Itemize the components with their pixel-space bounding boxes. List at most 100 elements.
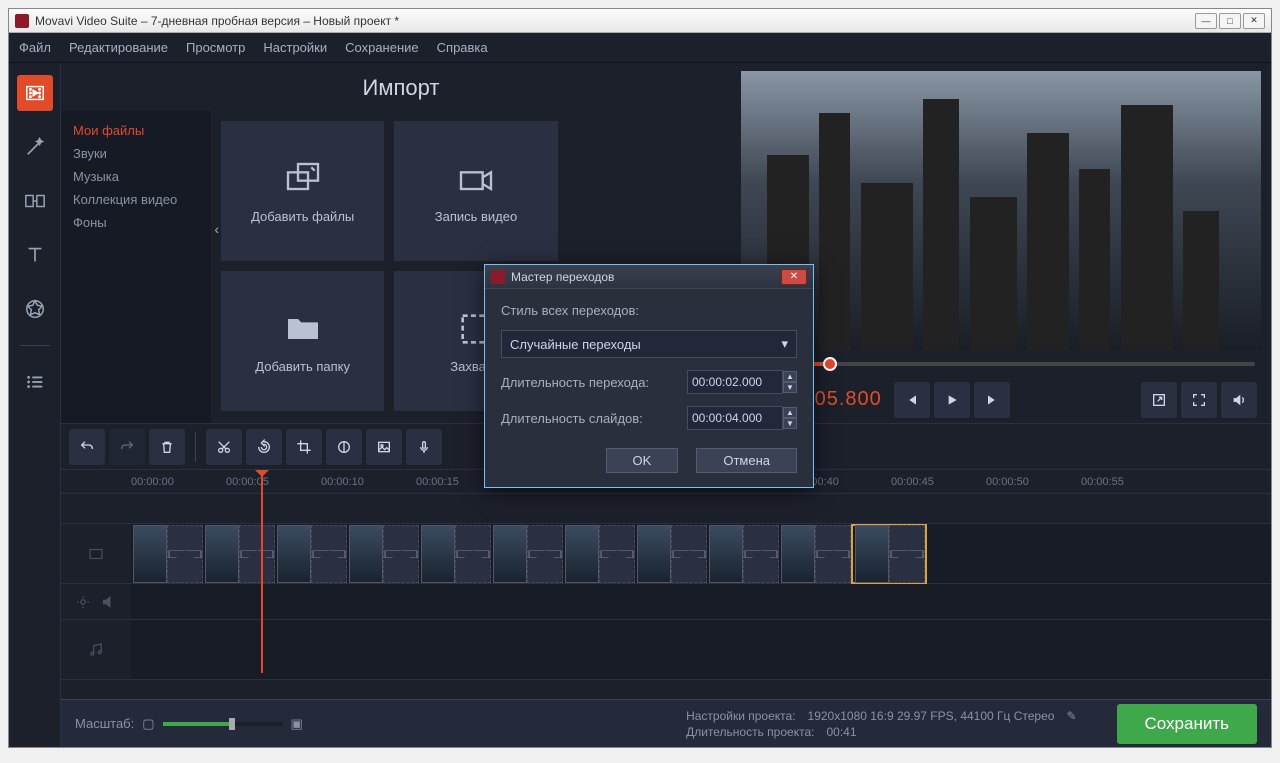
audio-track-icon[interactable] — [61, 620, 131, 680]
video-track-icon[interactable] — [61, 524, 131, 584]
link-track[interactable] — [131, 584, 1271, 620]
slide-duration-label: Длительность слайдов: — [501, 411, 643, 426]
media-icon[interactable] — [17, 75, 53, 111]
menu-settings[interactable]: Настройки — [263, 40, 327, 55]
media-gallery-icon — [283, 159, 323, 199]
style-value: Случайные переходы — [510, 337, 641, 352]
preview-viewport[interactable] — [741, 71, 1261, 351]
menu-help[interactable]: Справка — [437, 40, 488, 55]
link-track-icon[interactable] — [61, 584, 131, 620]
save-button[interactable]: Сохранить — [1117, 704, 1257, 744]
window-title: Movavi Video Suite – 7-дневная пробная в… — [35, 14, 399, 28]
preview-panel: 00:00:05.800 — [741, 63, 1271, 423]
popout-button[interactable] — [1141, 382, 1177, 418]
wand-icon[interactable] — [17, 129, 53, 165]
add-folder-tile[interactable]: Добавить папку — [221, 271, 384, 411]
video-track[interactable]: ⫍⫎ ⫍⫎ ⫍⫎ ⫍⫎ ⫍⫎ ⫍⫎ ⫍⫎ ⫍⫎ ⫍⫎ ⫍⫎ ⫍⫎ — [131, 524, 1271, 584]
preview-controls: 00:00:05.800 — [741, 377, 1261, 423]
track-head-title — [61, 494, 131, 524]
category-my-files[interactable]: Мои файлы — [61, 119, 211, 142]
dialog-close-button[interactable]: ✕ — [781, 269, 807, 285]
spin-down[interactable]: ▼ — [783, 382, 797, 393]
tool-sidebar — [9, 63, 61, 747]
titlebar: Movavi Video Suite – 7-дневная пробная в… — [9, 9, 1271, 33]
playhead[interactable] — [261, 470, 263, 673]
mic-button[interactable] — [406, 429, 442, 465]
tile-label: Запись видео — [435, 209, 517, 224]
next-button[interactable] — [974, 382, 1010, 418]
prev-button[interactable] — [894, 382, 930, 418]
menu-edit[interactable]: Редактирование — [69, 40, 168, 55]
dialog-title: Мастер переходов — [511, 270, 614, 284]
project-info: Настройки проекта: 1920x1080 16:9 29.97 … — [686, 709, 1076, 739]
category-music[interactable]: Музыка — [61, 165, 211, 188]
rotate-button[interactable] — [246, 429, 282, 465]
ok-button[interactable]: OK — [606, 448, 679, 473]
app-window: Movavi Video Suite – 7-дневная пробная в… — [8, 8, 1272, 748]
track-content[interactable]: ⫍⫎ ⫍⫎ ⫍⫎ ⫍⫎ ⫍⫎ ⫍⫎ ⫍⫎ ⫍⫎ ⫍⫎ ⫍⫎ ⫍⫎ — [131, 494, 1271, 699]
menu-view[interactable]: Просмотр — [186, 40, 245, 55]
stickers-icon[interactable] — [17, 291, 53, 327]
ruler-tick: 00:00:50 — [986, 476, 1081, 488]
zoom-out-icon[interactable]: ▢ — [142, 716, 154, 732]
minimize-button[interactable]: — — [1195, 13, 1217, 29]
statusbar: Масштаб: ▢ ▣ Настройки проекта: 1920x108… — [61, 699, 1271, 747]
maximize-button[interactable]: □ — [1219, 13, 1241, 29]
ruler-tick: 00:00:55 — [1081, 476, 1176, 488]
spin-up[interactable]: ▲ — [783, 407, 797, 418]
collapse-icon[interactable]: ‹ — [214, 221, 219, 237]
menubar: Файл Редактирование Просмотр Настройки С… — [9, 33, 1271, 63]
fullscreen-button[interactable] — [1181, 382, 1217, 418]
spin-up[interactable]: ▲ — [783, 371, 797, 382]
volume-button[interactable] — [1221, 382, 1257, 418]
cut-button[interactable] — [206, 429, 242, 465]
ruler-tick: 00:00:10 — [321, 476, 416, 488]
dialog-icon — [491, 270, 505, 284]
category-sounds[interactable]: Звуки — [61, 142, 211, 165]
style-select[interactable]: Случайные переходы ▾ — [501, 330, 797, 358]
zoom-in-icon[interactable]: ▣ — [291, 716, 303, 732]
duration-label: Длительность проекта: — [686, 725, 814, 739]
title-track[interactable] — [131, 494, 1271, 524]
app-icon — [15, 14, 29, 28]
dialog-titlebar[interactable]: Мастер переходов ✕ — [485, 265, 813, 289]
preview-seek[interactable] — [741, 351, 1261, 377]
menu-save[interactable]: Сохранение — [345, 40, 419, 55]
play-button[interactable] — [934, 382, 970, 418]
import-categories: Мои файлы Звуки Музыка Коллекция видео Ф… — [61, 111, 211, 423]
crop-button[interactable] — [286, 429, 322, 465]
color-button[interactable] — [326, 429, 362, 465]
ruler-tick: 00:00:45 — [891, 476, 986, 488]
cancel-button[interactable]: Отмена — [696, 448, 797, 473]
slide-duration-input[interactable] — [687, 406, 783, 430]
zoom-label: Масштаб: — [75, 716, 134, 731]
record-video-tile[interactable]: Запись видео — [394, 121, 557, 261]
undo-button[interactable] — [69, 429, 105, 465]
folder-icon — [283, 309, 323, 349]
edit-settings-icon[interactable]: ✎ — [1066, 709, 1076, 723]
dialog-body: Стиль всех переходов: Случайные переходы… — [485, 289, 813, 487]
ruler-tick: 00:00:00 — [131, 476, 226, 488]
tile-label: Добавить файлы — [251, 209, 354, 224]
transition-duration-input[interactable] — [687, 370, 783, 394]
category-video-collection[interactable]: Коллекция видео — [61, 188, 211, 211]
timeline: 00:00:00 00:00:05 00:00:10 00:00:15 00:0… — [61, 469, 1271, 699]
more-icon[interactable] — [17, 364, 53, 400]
picture-button[interactable] — [366, 429, 402, 465]
delete-button[interactable] — [149, 429, 185, 465]
close-button[interactable]: ✕ — [1243, 13, 1265, 29]
tracks: ⫍⫎ ⫍⫎ ⫍⫎ ⫍⫎ ⫍⫎ ⫍⫎ ⫍⫎ ⫍⫎ ⫍⫎ ⫍⫎ ⫍⫎ — [61, 494, 1271, 699]
spin-down[interactable]: ▼ — [783, 418, 797, 429]
dialog-buttons: OK Отмена — [501, 448, 797, 473]
menu-file[interactable]: Файл — [19, 40, 51, 55]
add-files-tile[interactable]: Добавить файлы — [221, 121, 384, 261]
category-backgrounds[interactable]: Фоны — [61, 211, 211, 234]
transition-duration-field: Длительность перехода: ▲▼ — [501, 370, 797, 394]
transitions-icon[interactable] — [17, 183, 53, 219]
zoom-control[interactable]: Масштаб: ▢ ▣ — [75, 716, 303, 732]
text-icon[interactable] — [17, 237, 53, 273]
transition-duration-label: Длительность перехода: — [501, 375, 649, 390]
audio-track[interactable] — [131, 620, 1271, 680]
transition-wizard-dialog: Мастер переходов ✕ Стиль всех переходов:… — [484, 264, 814, 488]
redo-button[interactable] — [109, 429, 145, 465]
